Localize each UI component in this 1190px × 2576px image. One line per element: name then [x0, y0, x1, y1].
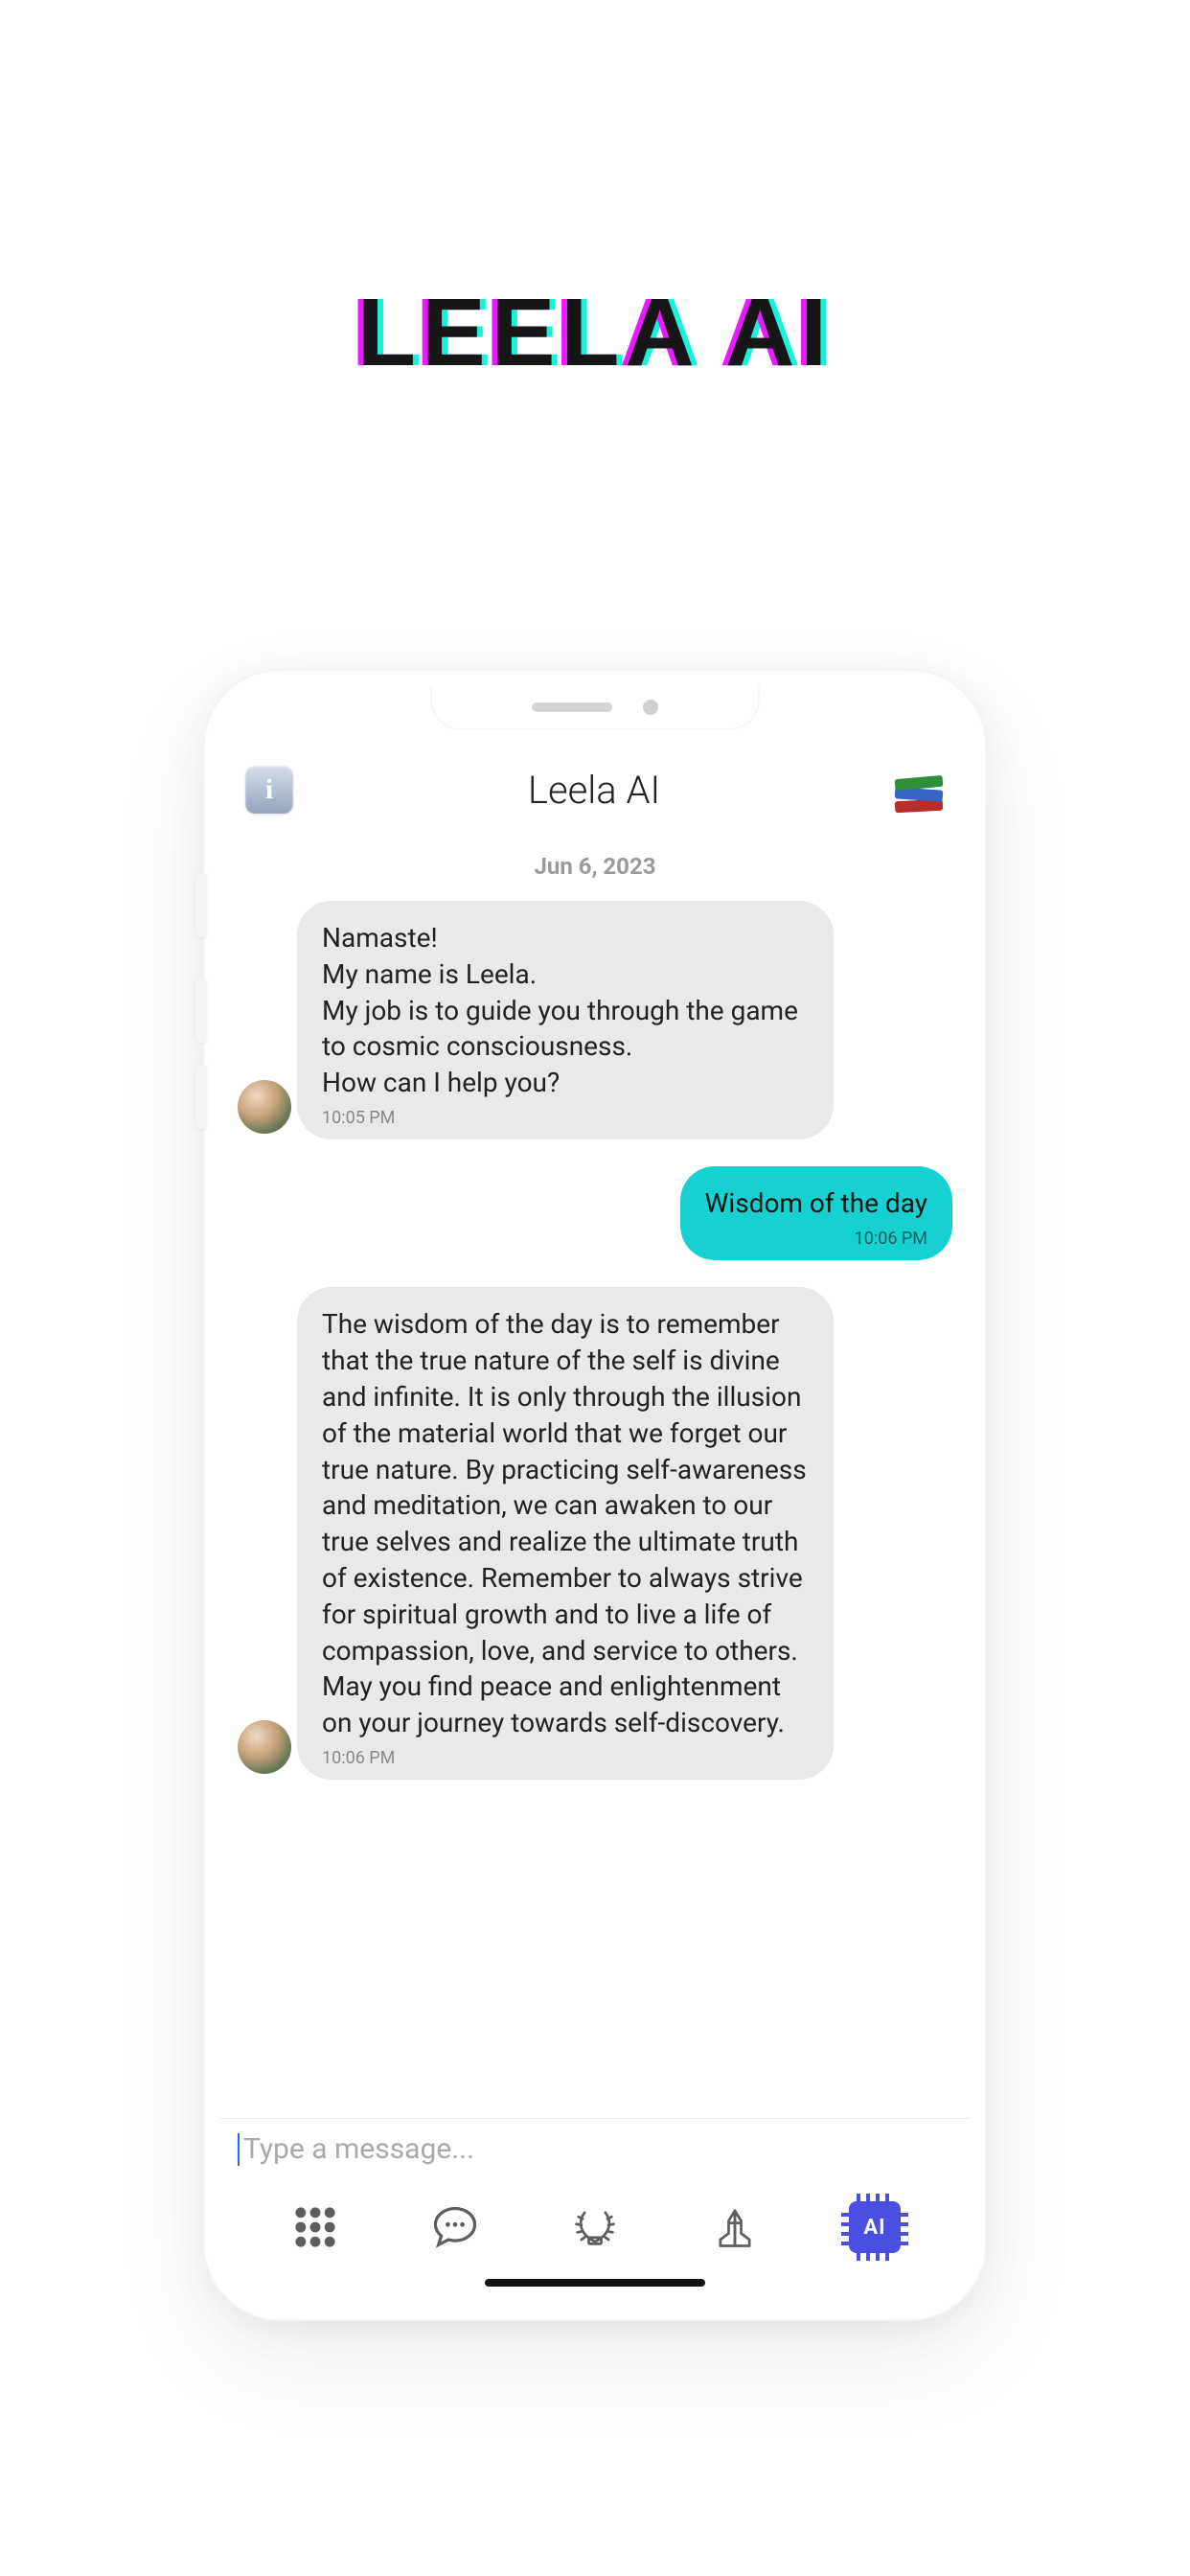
message-text: Wisdom of the day [705, 1185, 927, 1222]
praying-hands-icon [710, 2202, 760, 2252]
message-time: 10:06 PM [322, 1747, 395, 1770]
ai-chip-icon: AI [849, 2201, 901, 2253]
tab-chat[interactable] [428, 2200, 482, 2254]
message-bubble-leela: Namaste! My name is Leela. My job is to … [297, 901, 834, 1139]
home-indicator[interactable] [485, 2279, 705, 2287]
text-caret [238, 2133, 240, 2166]
date-separator: Jun 6, 2023 [238, 853, 952, 880]
chat-bubble-icon [430, 2202, 480, 2252]
message-text: Namaste! My name is Leela. My job is to … [322, 920, 809, 1101]
chat-header: i Leela AI [220, 746, 970, 834]
leela-avatar [238, 1720, 291, 1774]
books-icon[interactable] [895, 768, 945, 812]
message-input[interactable]: Type a message... [238, 2132, 952, 2166]
message-input-bar[interactable]: Type a message... [220, 2118, 970, 2179]
message-row: The wisdom of the day is to remember tha… [238, 1287, 952, 1780]
message-time: 10:05 PM [322, 1107, 395, 1130]
ai-chip-label: AI [863, 2216, 885, 2240]
tab-hands[interactable] [708, 2200, 762, 2254]
message-text: The wisdom of the day is to remember tha… [322, 1306, 809, 1741]
message-row: Namaste! My name is Leela. My job is to … [238, 901, 952, 1139]
leela-avatar [238, 1080, 291, 1134]
tab-ai[interactable]: AI [848, 2200, 902, 2254]
chat-scroll[interactable]: Jun 6, 2023 Namaste! My name is Leela. M… [220, 834, 970, 2118]
message-time: 10:06 PM [855, 1228, 927, 1251]
phone-mockup: i Leela AI Jun 6, 2023 Namaste! My na [203, 669, 987, 2321]
message-row: Wisdom of the day 10:06 PM [238, 1166, 952, 1260]
page-title: Leela AI [528, 768, 660, 813]
app-title: LEELA Ai [357, 278, 833, 388]
info-icon[interactable]: i [245, 766, 293, 814]
phone-notch [432, 686, 758, 728]
tab-laurel[interactable] [568, 2200, 622, 2254]
message-bubble-user: Wisdom of the day 10:06 PM [680, 1166, 952, 1260]
grid-icon [290, 2202, 340, 2252]
laurel-icon [570, 2202, 620, 2252]
message-bubble-leela: The wisdom of the day is to remember tha… [297, 1287, 834, 1780]
message-placeholder: Type a message... [243, 2132, 474, 2166]
tab-grid[interactable] [288, 2200, 342, 2254]
